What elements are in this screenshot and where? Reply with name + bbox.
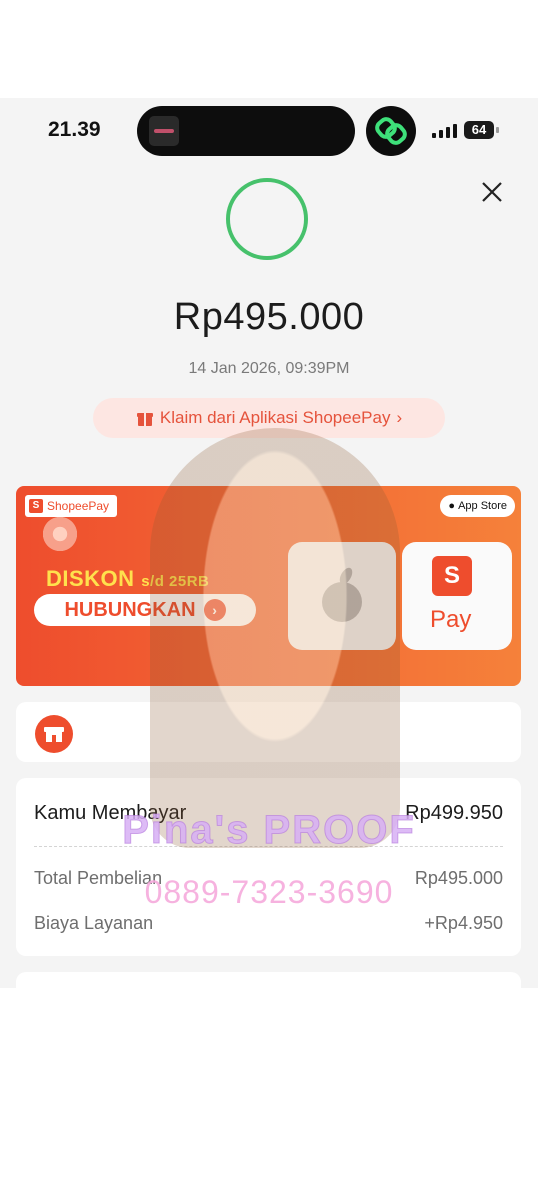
breakdown-value: Rp495.000	[414, 868, 503, 888]
success-ring-icon	[226, 178, 308, 260]
apple-pay-tile	[288, 542, 396, 650]
claim-shopeepay-button[interactable]: Klaim dari Aplikasi ShopeePay ›	[93, 398, 445, 438]
breakdown-row: Biaya Layanan +Rp4.950	[34, 913, 503, 934]
shopeepay-promo-banner[interactable]: S ShopeePay ● App Store DISKON s/d 25RB …	[16, 486, 521, 686]
shopeepay-logo: S ShopeePay	[25, 495, 118, 517]
battery-indicator: 64	[464, 121, 494, 139]
close-icon[interactable]	[478, 178, 506, 206]
merchant-card[interactable]	[16, 702, 521, 762]
promo-main-text: DISKON	[46, 566, 135, 591]
breakdown-row: Total Pembelian Rp495.000	[34, 868, 503, 889]
gift-icon	[136, 413, 153, 426]
store-icon	[35, 715, 73, 753]
shopeepay-brand-label: ShopeePay	[47, 499, 110, 513]
paid-total-row: Kamu Membayar Rp499.950	[34, 802, 503, 825]
payment-breakdown-card: Kamu Membayar Rp499.950 Total Pembelian …	[16, 778, 521, 956]
shopeepay-app-tile: S Pay	[402, 542, 512, 650]
breakdown-value: +Rp4.950	[424, 913, 503, 933]
promo-suffix-text: s/d 25RB	[141, 573, 210, 590]
dynamic-island	[137, 106, 355, 156]
pay-label: Pay	[430, 606, 472, 633]
app-store-badge: ● App Store	[440, 495, 515, 517]
paid-label: Kamu Membayar	[34, 802, 187, 824]
next-section-card	[16, 972, 521, 988]
status-time: 21.39	[48, 118, 101, 141]
shopee-bag-icon: S	[29, 499, 43, 513]
breakdown-label: Total Pembelian	[34, 868, 163, 888]
payment-amount: Rp495.000	[173, 296, 365, 338]
apple-icon: ●	[448, 500, 456, 512]
connect-button[interactable]: HUBUNGKAN ›	[34, 594, 256, 626]
linked-rings-icon	[366, 106, 416, 156]
chevron-right-icon: ›	[396, 408, 403, 427]
shopee-bag-icon: S	[432, 556, 472, 596]
arrow-right-icon: ›	[203, 599, 226, 621]
apple-logo-icon	[322, 567, 362, 622]
connect-button-label: HUBUNGKAN	[64, 598, 196, 621]
payment-datetime: 14 Jan 2026, 09:39PM	[188, 360, 350, 377]
breakdown-label: Biaya Layanan	[34, 913, 154, 933]
dashed-divider	[34, 846, 503, 847]
paid-value: Rp499.950	[405, 802, 503, 824]
claim-label: Klaim dari Aplikasi ShopeePay	[159, 408, 391, 427]
app-store-label: App Store	[458, 500, 507, 512]
promo-headline: DISKON s/d 25RB	[46, 566, 209, 592]
now-playing-thumbnail	[149, 116, 179, 146]
signal-bars-icon	[432, 124, 457, 138]
payment-success-screen: 21.39 64 Rp495.000 14 Jan 2026, 09:39PM …	[0, 98, 538, 988]
flower-decoration-icon	[40, 514, 80, 554]
battery-tip	[496, 127, 499, 133]
